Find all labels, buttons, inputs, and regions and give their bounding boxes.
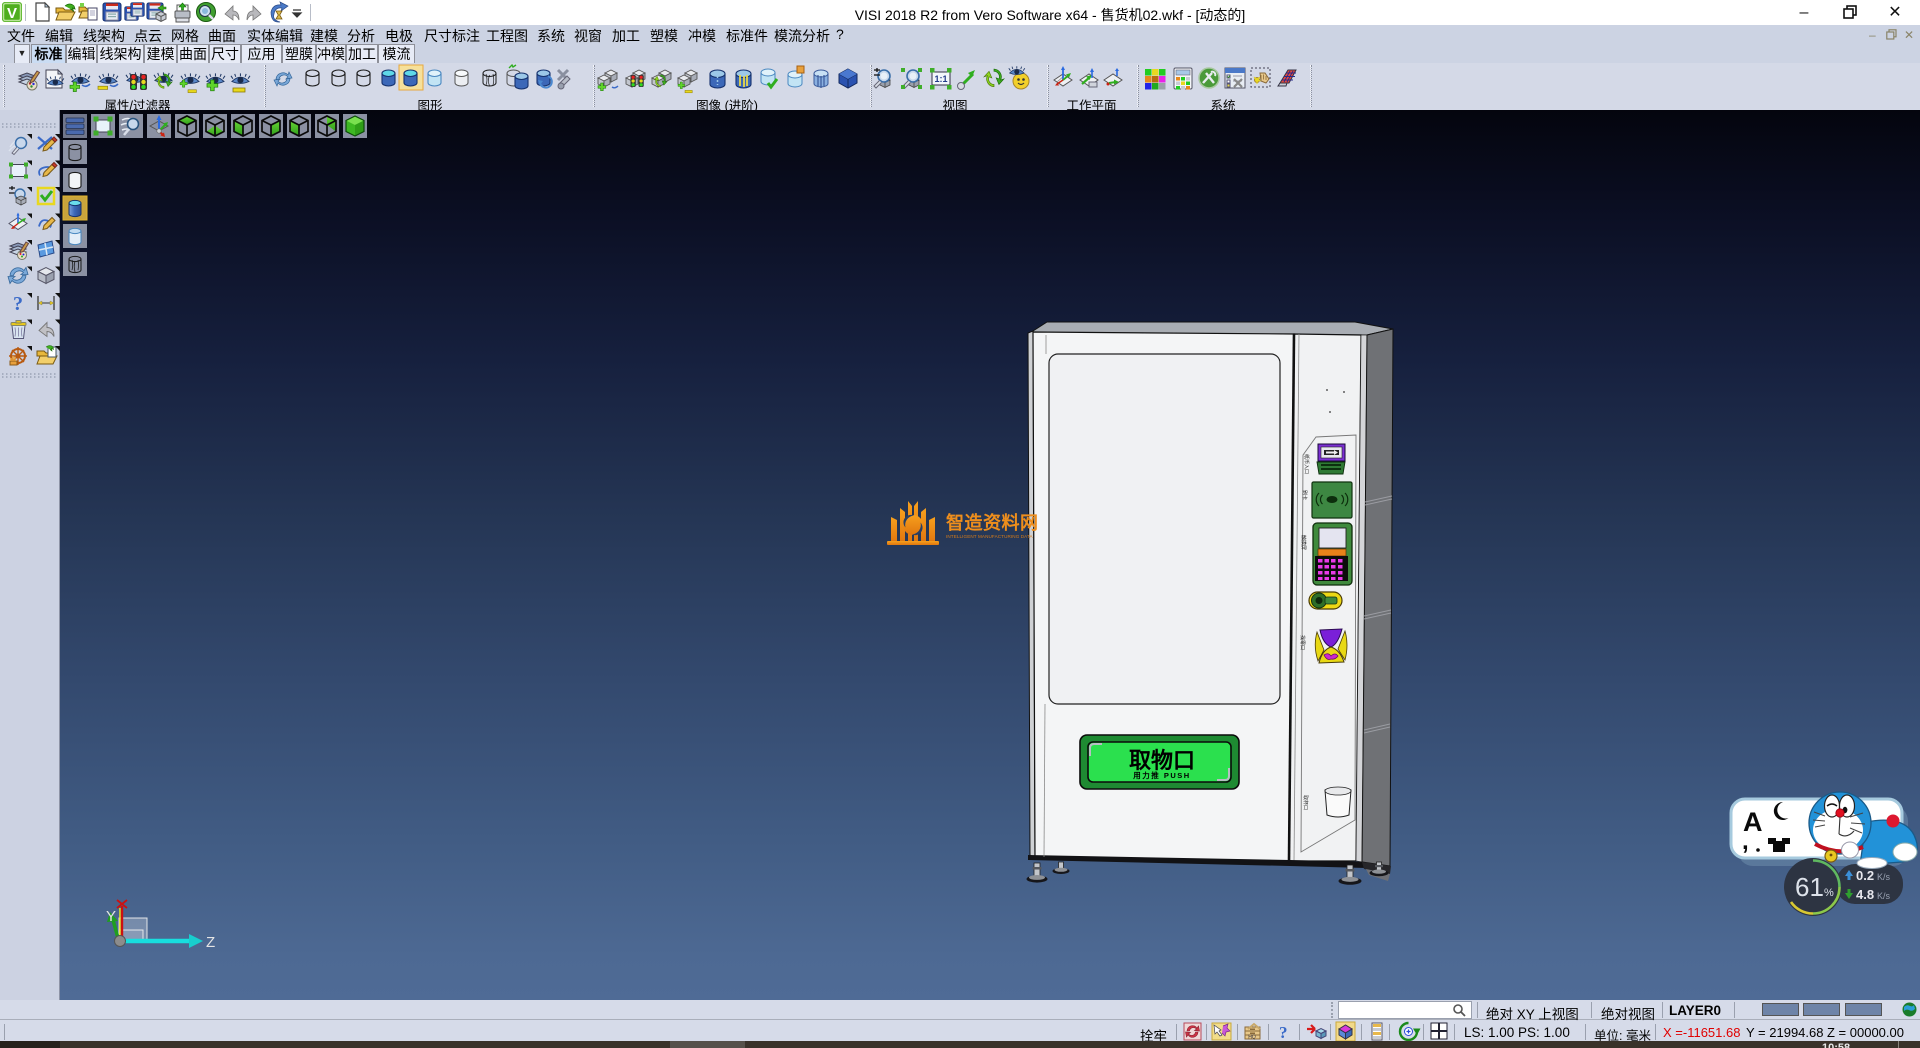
svg-text:智造资料网: 智造资料网 [946, 512, 1039, 533]
svg-text:?: ? [1279, 1023, 1288, 1042]
svg-text:,: , [1742, 828, 1749, 855]
svg-text:用力推 PUSH: 用力推 PUSH [1133, 770, 1190, 780]
svg-text:HQ: HQ [1248, 1035, 1256, 1041]
svg-text:4.8: 4.8 [1856, 887, 1874, 902]
svg-text:取物口: 取物口 [1129, 748, 1195, 773]
svg-text:Y: Y [106, 908, 116, 925]
svg-text:K/s: K/s [1877, 872, 1891, 882]
svg-text:%: % [1824, 887, 1834, 899]
svg-text:61: 61 [1795, 872, 1824, 902]
svg-text:0.2: 0.2 [1856, 868, 1874, 883]
svg-text:纸币入口: 纸币入口 [1303, 454, 1310, 474]
svg-text:触摸屏: 触摸屏 [1300, 535, 1307, 550]
svg-text:Z: Z [206, 934, 215, 951]
svg-text:?: ? [13, 293, 23, 315]
svg-text:INTELLIGENT MANUFACTURING DATA: INTELLIGENT MANUFACTURING DATA [946, 534, 1034, 539]
svg-text:刷卡: 刷卡 [1301, 490, 1308, 500]
svg-text:K/s: K/s [1877, 891, 1891, 901]
svg-text:找零口: 找零口 [1299, 635, 1306, 650]
svg-text:取杯口: 取杯口 [1302, 795, 1309, 810]
svg-text:1:1: 1:1 [934, 74, 947, 84]
svg-text:V: V [7, 5, 17, 22]
